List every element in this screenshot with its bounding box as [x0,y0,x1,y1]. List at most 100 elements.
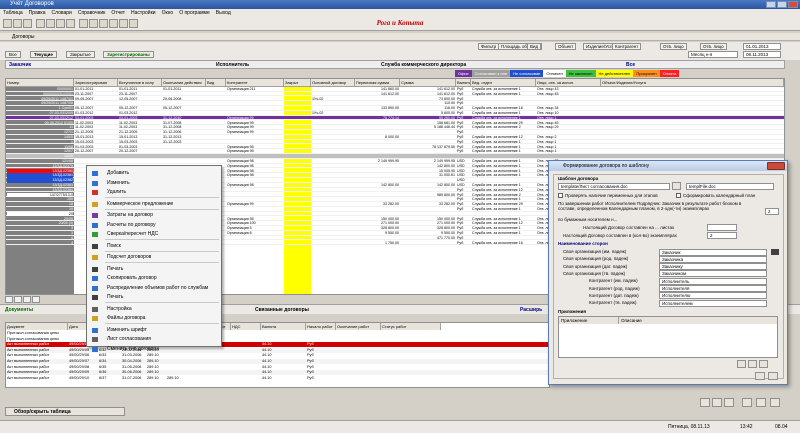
column-header-12[interactable]: Лицо, отв. за испол. [536,79,601,87]
toolbar-button-2[interactable] [23,19,32,28]
menu-item-8[interactable]: Выход [216,10,231,16]
maximize-button[interactable] [777,1,787,8]
menu-item-7[interactable]: О программе [179,10,210,16]
menu-item-4[interactable]: Отчет [111,10,125,16]
menu-item-1[interactable]: Правка [29,10,46,16]
attachment-edit-button[interactable] [748,360,757,368]
tab-0[interactable]: Все [5,51,21,58]
column-header-3[interactable]: Окончание действия [162,79,206,87]
show-table-toggle[interactable]: Обзор/скрыть таблица [5,407,125,416]
party-input-2[interactable]: Заказчику [659,263,767,271]
dialog-generate-button[interactable] [755,372,765,380]
toolbar-button-9[interactable] [99,19,108,28]
last-record-button[interactable] [32,296,40,303]
template-output-input[interactable]: templFile.doc [686,183,774,190]
party-input-3[interactable]: Заказчиком [659,270,767,278]
tab-1[interactable]: Текущие [30,51,57,58]
party-label-7: Контрагент (тв. падеж) [589,300,637,306]
template-section-label: Шаблон договора [558,176,599,181]
close-button[interactable] [788,1,798,8]
tab-2[interactable]: Закрытые [66,51,95,58]
date-to-field[interactable]: 08.11.2013 [743,51,781,58]
toolbar-button-5[interactable] [56,19,65,28]
column-header-5[interactable]: Контрагент [226,79,284,87]
toolbar-button-11[interactable] [119,19,128,28]
menu-item-6[interactable]: Окно [162,10,174,16]
column-header-4[interactable]: Вид [206,79,226,87]
toolbar-button-8[interactable] [89,19,98,28]
action-button-4[interactable] [756,398,766,407]
toolbar-button-6[interactable] [66,19,75,28]
doc-row[interactable]: Акт выполненных работ 49/00/29/07 6/34 30-0… [6,359,549,364]
dialog-exit-button[interactable] [768,372,778,380]
check-calendar-checkbox[interactable] [676,193,681,198]
toolbar-button-1[interactable] [13,19,22,28]
column-header-1[interactable]: Зарегистрирован [74,79,118,87]
toolbar-button-12[interactable] [129,19,138,28]
doc-column-header-9[interactable]: Окончание работ [336,323,381,330]
column-header-7[interactable]: Основной договор [311,79,355,87]
menu-item-0[interactable]: Таблица [3,10,23,16]
toolbar-button-4[interactable] [46,19,55,28]
toolbar-button-10[interactable] [109,19,118,28]
doc-row[interactable]: Акт выполненных работ 49/00/29/08 6/35 31-0… [6,364,549,370]
filter-chip-2[interactable]: Вид [527,43,542,50]
doc-column-header-0[interactable]: Документ [6,323,68,330]
attachments-table[interactable]: Приложение Описание [558,316,778,358]
action-button-5[interactable] [770,398,780,407]
action-button-1[interactable] [712,398,722,407]
copies-input[interactable]: 2 [707,232,737,239]
template-file-input[interactable]: template/Лист согласования.doc [558,183,670,190]
check-stages-checkbox[interactable] [558,193,563,198]
month-field[interactable]: Месяц н-я [688,51,738,58]
browse-template-button[interactable] [672,182,681,190]
date-from-field[interactable]: 01.01.2013 [743,43,781,50]
column-header-9[interactable]: Сумма [400,79,456,87]
first-record-button[interactable] [5,296,13,303]
party-input-4[interactable]: Исполнитель [659,277,767,285]
doc-row[interactable]: Акт выполненных работ 49/00/29/10 6/37 31-0… [6,375,549,381]
party-input-0[interactable]: Заказчик [659,248,767,256]
sheets-input[interactable] [707,224,737,231]
copies-spin[interactable]: 2 [765,208,779,215]
column-header-13[interactable]: Объект/Изделие/Услуга [601,79,784,87]
filter-chip-7[interactable]: Отв. лицо [700,43,727,50]
dialog-close-button[interactable] [767,162,785,170]
column-header-10[interactable]: Валюта [456,79,471,87]
party-input-1[interactable]: Заказчика [659,255,767,263]
prev-record-button[interactable] [14,296,22,303]
doc-column-header-8[interactable]: Начало работ [306,323,336,330]
party-input-5[interactable]: Исполнителя [659,285,767,292]
column-header-8[interactable]: Первичная сумма [355,79,400,87]
attachment-delete-button[interactable] [759,360,768,368]
context-menu-item-17[interactable]: Сменить тип договора [87,344,221,355]
party-input-7[interactable]: Исполнителем [659,299,767,307]
column-header-6[interactable]: Закрыт [284,79,311,87]
doc-row[interactable]: Акт выполненных работ 49/00/29/09 6/36 30-0… [6,370,549,376]
doc-column-header-6[interactable]: НДС [231,323,261,330]
minimize-button[interactable] [766,1,776,8]
toolbar-button-0[interactable] [3,19,12,28]
attachment-add-button[interactable] [737,360,746,368]
tab-3[interactable]: Зарегистрированы [103,51,154,58]
toolbar-button-3[interactable] [36,19,45,28]
column-header-0[interactable]: Номер [6,79,74,87]
party-input-6[interactable]: Исполнителю [659,292,767,300]
filter-chip-3[interactable]: Объект [555,43,577,50]
next-record-button[interactable] [23,296,31,303]
column-header-2[interactable]: Вступление в силу [118,79,162,87]
action-button-2[interactable] [724,398,734,407]
toolbar-button-7[interactable] [79,19,88,28]
filter-chip-6[interactable]: Отв. лицо [660,43,687,50]
menu-item-5[interactable]: Настройки [131,10,156,16]
column-header-11[interactable]: Вед. отдел [471,79,536,87]
menu-item-2[interactable]: Словари [52,10,72,16]
filter-chip-0[interactable]: Фильтр [478,43,500,50]
menu-item-3[interactable]: Справочник [78,10,106,16]
filter-chip-5[interactable]: Контрагент [612,43,642,50]
action-button-3[interactable] [742,398,752,407]
doc-column-header-10[interactable]: Статус работ [381,323,441,330]
parties-download-icon[interactable] [771,249,779,255]
action-button-0[interactable] [700,398,710,407]
doc-column-header-7[interactable]: Валюта [261,323,306,330]
